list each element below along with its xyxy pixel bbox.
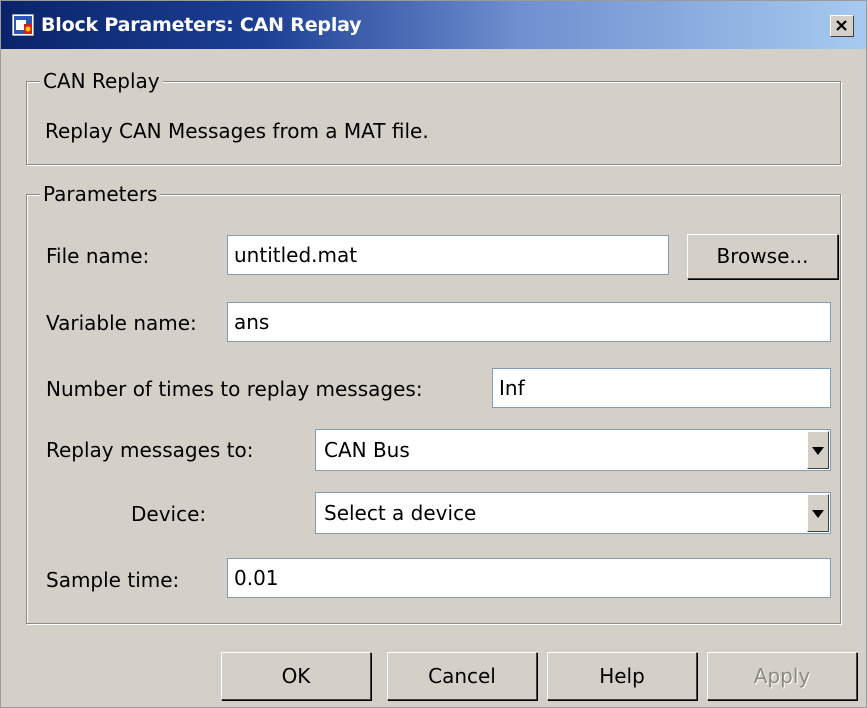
variable-name-field[interactable]: ans [227,302,831,342]
replay-to-value: CAN Bus [324,438,410,462]
ok-button-label: OK [281,664,311,688]
variable-name-value: ans [234,310,270,334]
sample-time-value: 0.01 [234,566,279,590]
parameters-legend: Parameters [40,182,161,206]
replay-times-field[interactable]: Inf [492,368,831,408]
browse-button-label: Browse... [716,244,809,268]
replay-times-label: Number of times to replay messages: [46,377,423,401]
sample-time-field[interactable]: 0.01 [227,558,831,598]
replay-times-value: Inf [499,376,525,400]
cancel-button[interactable]: Cancel [387,652,537,700]
close-button[interactable] [830,15,854,37]
description-legend: CAN Replay [40,69,163,93]
close-x-icon [836,20,847,31]
simulink-block-icon [11,13,35,37]
ok-button[interactable]: OK [221,652,371,700]
device-dropdown[interactable]: Select a device [315,492,831,534]
window-title: Block Parameters: CAN Replay [41,14,362,36]
description-text: Replay CAN Messages from a MAT file. [45,119,429,143]
title-bar[interactable]: Block Parameters: CAN Replay [1,1,866,49]
apply-button[interactable]: Apply [707,652,857,700]
help-button[interactable]: Help [547,652,697,700]
cancel-button-label: Cancel [428,664,496,688]
sample-time-label: Sample time: [46,568,180,592]
device-value: Select a device [324,501,477,525]
apply-button-label: Apply [753,664,811,688]
file-name-field[interactable]: untitled.mat [227,235,669,275]
block-parameters-dialog: Block Parameters: CAN Replay CAN Replay … [0,0,867,708]
triangle-down-icon [812,510,824,518]
file-name-value: untitled.mat [234,243,358,267]
help-button-label: Help [599,664,645,688]
replay-to-dropdown[interactable]: CAN Bus [315,429,831,471]
device-dropdown-button[interactable] [807,494,829,532]
replay-to-label: Replay messages to: [46,438,254,462]
device-label: Device: [131,502,207,526]
variable-name-label: Variable name: [46,311,197,335]
replay-to-dropdown-button[interactable] [807,431,829,469]
triangle-down-icon [812,447,824,455]
file-name-label: File name: [46,244,150,268]
browse-button[interactable]: Browse... [687,234,838,279]
